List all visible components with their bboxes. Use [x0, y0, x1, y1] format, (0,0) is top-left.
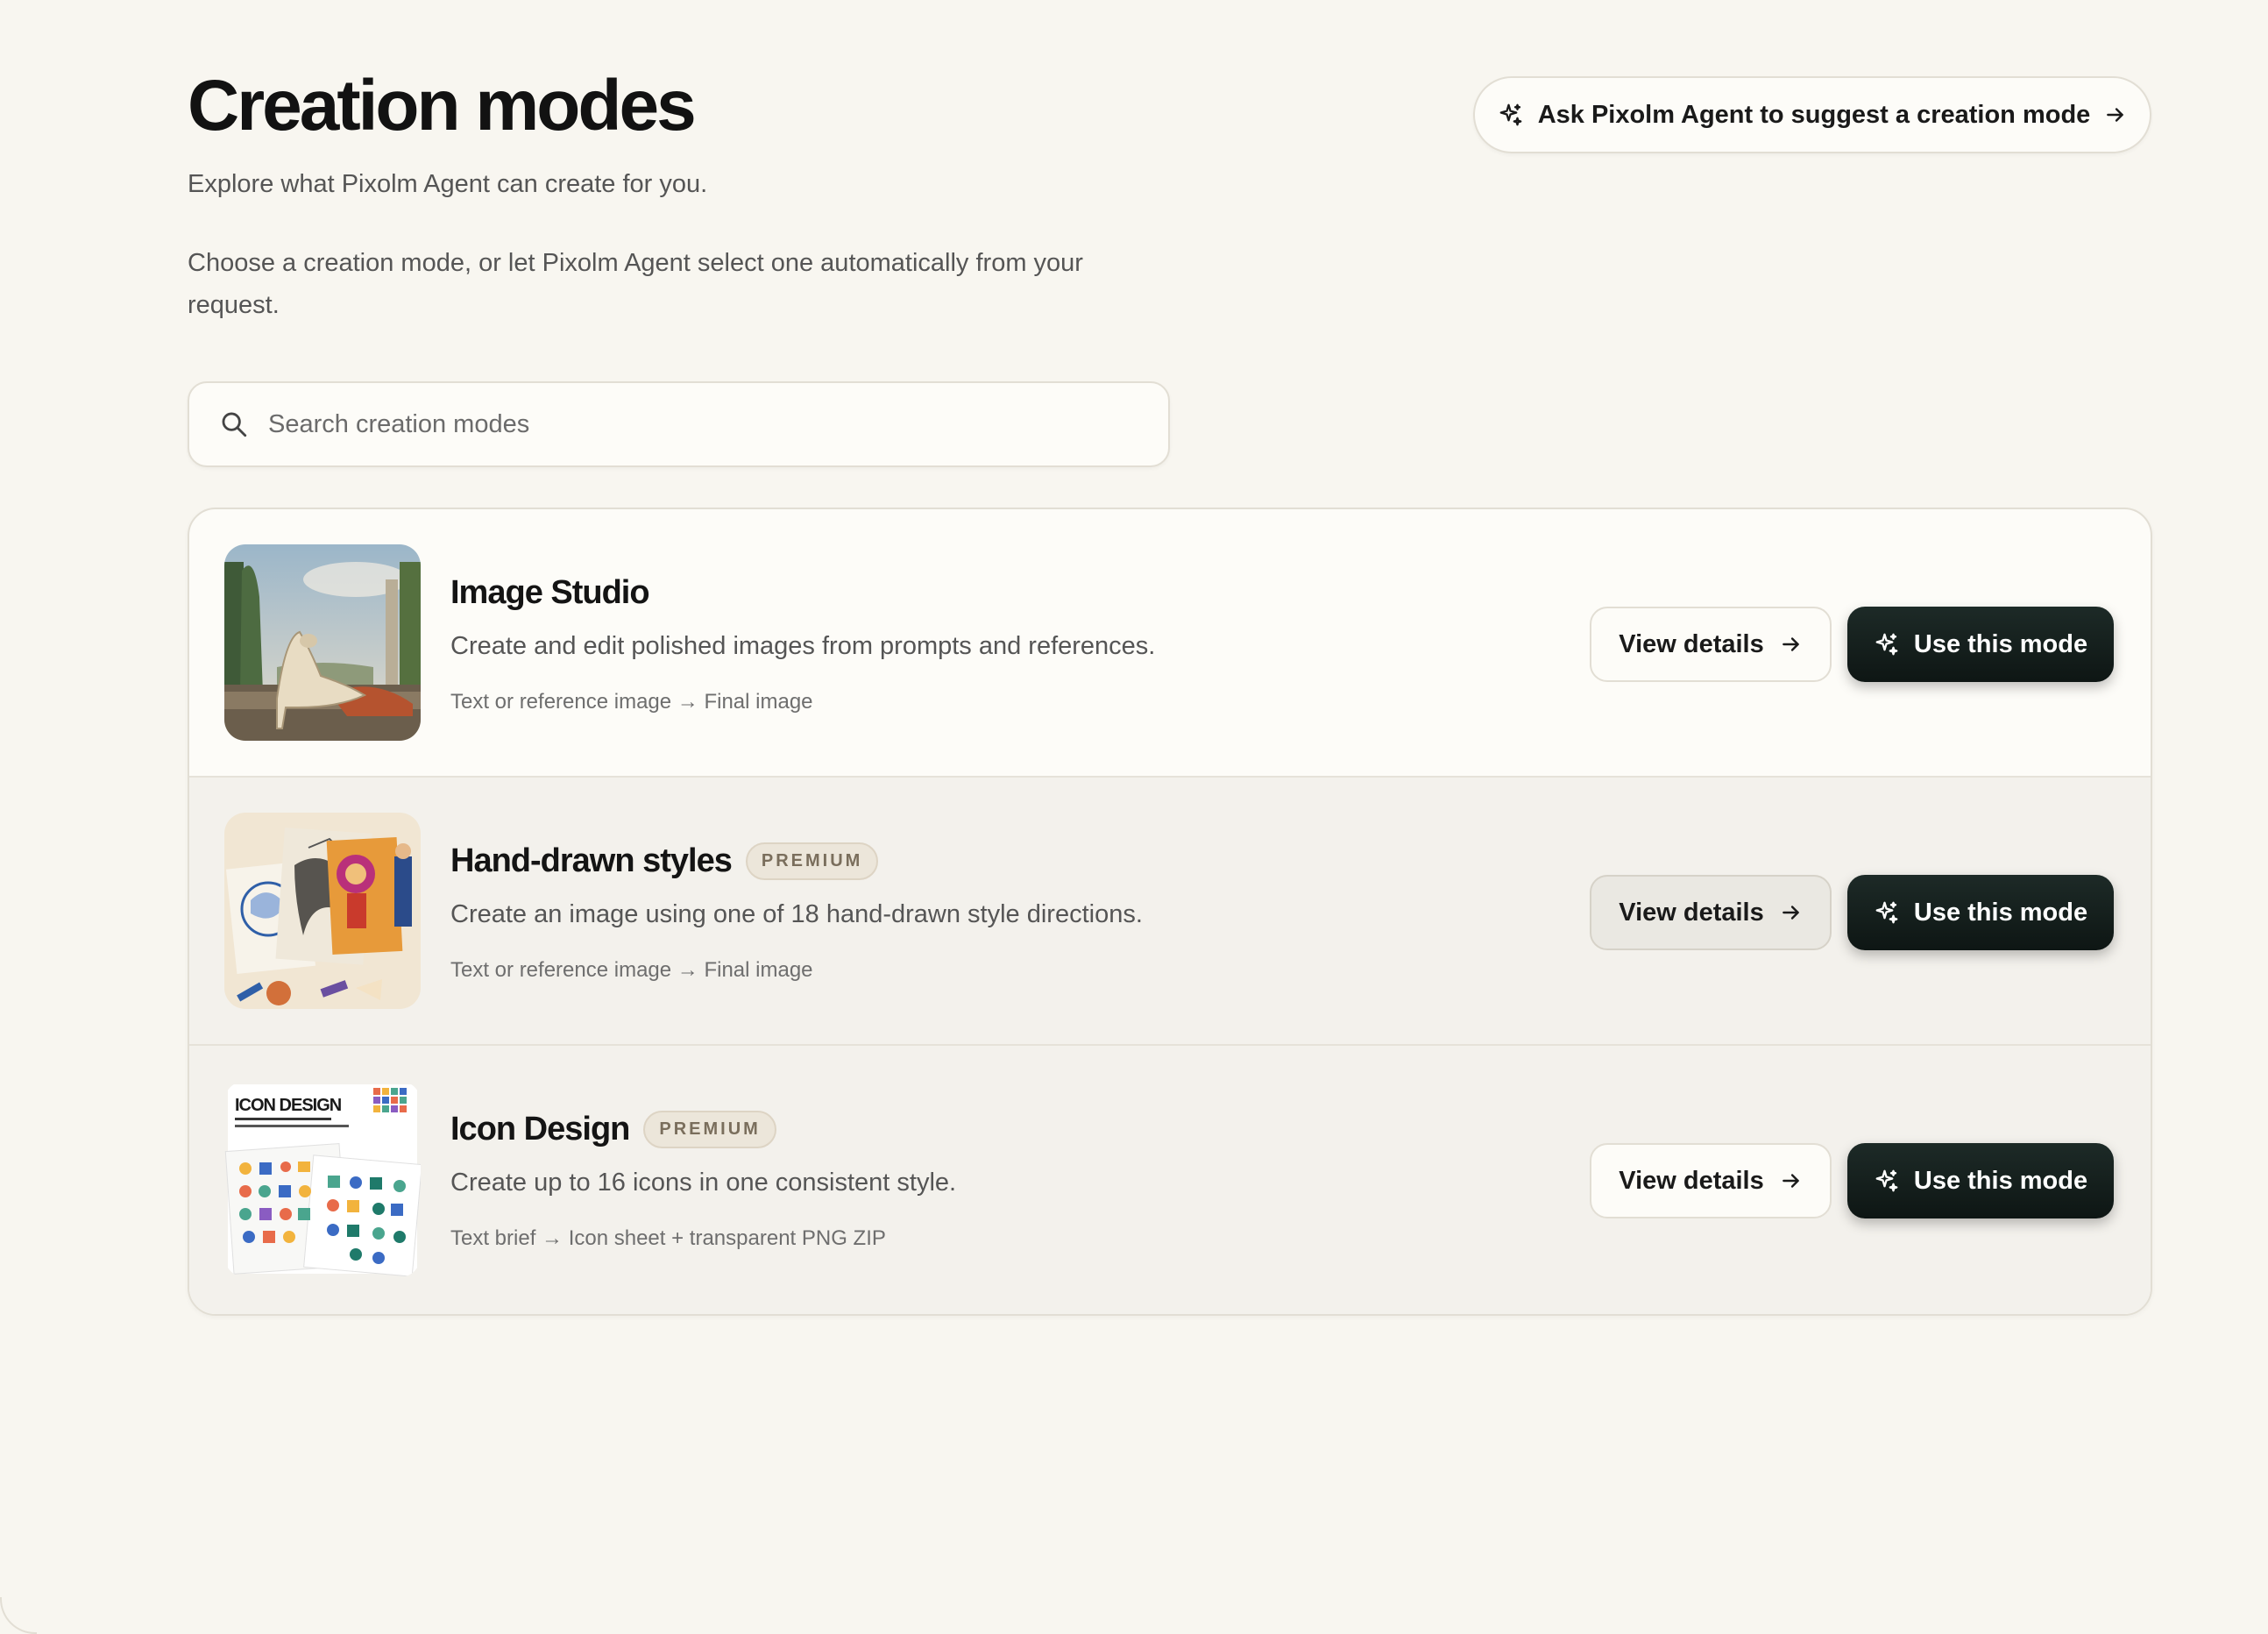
use-mode-button[interactable]: Use this mode: [1847, 1143, 2114, 1218]
premium-badge: PREMIUM: [643, 1111, 776, 1148]
mode-flow: Text brief → Icon sheet + transparent PN…: [450, 1226, 886, 1250]
creation-modes-page: Creation modes Explore what Pixolm Agent…: [0, 0, 2268, 1634]
use-mode-label: Use this mode: [1913, 629, 2088, 658]
mode-row-hand-drawn-styles: Hand-drawn styles PREMIUM Create an imag…: [189, 778, 2151, 1046]
arrow-right-icon: [1780, 1169, 1803, 1192]
search-box[interactable]: [188, 381, 1170, 467]
page-intro: Choose a creation mode, or let Pixolm Ag…: [188, 249, 1083, 319]
page-title: Creation modes: [188, 66, 697, 146]
view-details-label: View details: [1619, 898, 1764, 927]
use-mode-label: Use this mode: [1913, 1166, 2088, 1195]
thumbnail-heading: ICON DESIGN: [235, 1096, 342, 1115]
mode-name: Image Studio: [450, 574, 650, 611]
creation-mode-list: Image Studio Create and edit polished im…: [188, 508, 2152, 1316]
mode-description: Create up to 16 icons in one consistent …: [450, 1169, 957, 1197]
arrow-right-icon: [1780, 633, 1803, 656]
mode-title-group: Image Studio: [450, 574, 650, 612]
premium-badge: PREMIUM: [745, 842, 879, 880]
mode-title-group: Hand-drawn styles PREMIUM: [450, 842, 879, 880]
arrow-right-icon: [1780, 901, 1803, 924]
mode-flow: Text or reference image → Final image: [450, 958, 813, 982]
view-details-label: View details: [1619, 1166, 1764, 1195]
mode-flow: Text or reference image → Final image: [450, 690, 813, 714]
view-details-label: View details: [1619, 629, 1764, 658]
view-details-button[interactable]: View details: [1590, 607, 1832, 682]
image-studio-thumbnail: [224, 544, 421, 741]
hand-drawn-thumbnail: [224, 813, 421, 1009]
sparkle-icon: [1874, 1168, 1900, 1194]
sparkle-icon: [1498, 102, 1524, 128]
arrow-right-icon: [2104, 103, 2127, 126]
view-details-button[interactable]: View details: [1590, 1143, 1832, 1218]
ask-agent-button[interactable]: Ask Pixolm Agent to suggest a creation m…: [1473, 76, 2151, 153]
sparkle-icon: [1874, 899, 1900, 926]
search-icon: [219, 409, 249, 439]
mode-name: Hand-drawn styles: [450, 842, 733, 879]
use-mode-label: Use this mode: [1913, 898, 2088, 927]
search-input[interactable]: [266, 408, 1059, 440]
mode-title-group: Icon Design PREMIUM: [450, 1111, 776, 1148]
use-mode-button[interactable]: Use this mode: [1847, 875, 2114, 950]
use-mode-button[interactable]: Use this mode: [1847, 607, 2114, 682]
view-details-button[interactable]: View details: [1590, 875, 1832, 950]
mode-description: Create an image using one of 18 hand-dra…: [450, 900, 1143, 928]
page-subtitle: Explore what Pixolm Agent can create for…: [188, 170, 708, 198]
icon-design-thumbnail: ICON DESIGN: [224, 1081, 421, 1277]
mode-row-image-studio: Image Studio Create and edit polished im…: [189, 509, 2151, 778]
mode-name: Icon Design: [450, 1111, 630, 1147]
sparkle-icon: [1874, 631, 1900, 657]
mode-row-icon-design: ICON DESIGN Icon Design PREMIUM Create u…: [189, 1046, 2151, 1314]
ask-agent-label: Ask Pixolm Agent to suggest a creation m…: [1537, 100, 2091, 129]
mode-description: Create and edit polished images from pro…: [450, 632, 1156, 660]
window-corner: [0, 1597, 37, 1634]
